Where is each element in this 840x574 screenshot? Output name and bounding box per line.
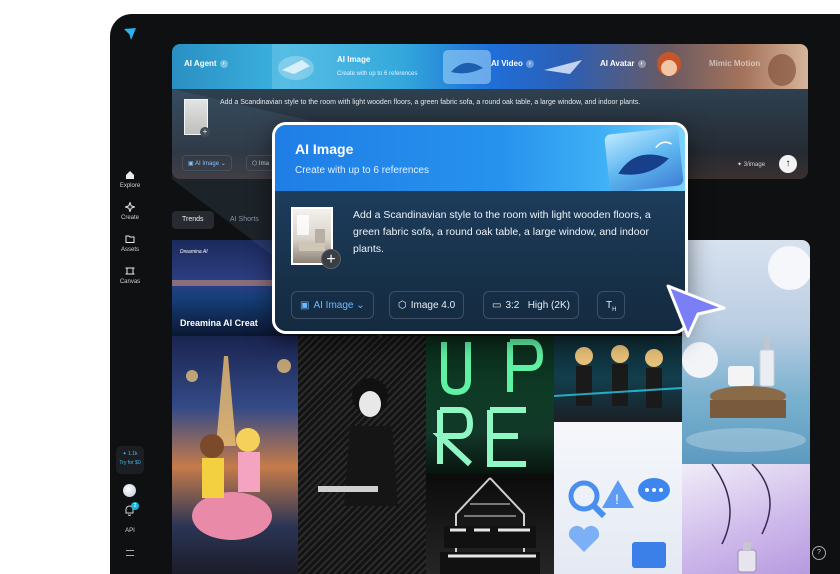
sidebar: Explore Create Assets Canvas ✦ 1.1k Try …: [110, 14, 150, 574]
try-free-label: Try for $0: [119, 460, 141, 466]
tab-label: AI Image: [337, 55, 371, 64]
text-style-button[interactable]: TH: [597, 291, 626, 319]
canvas-icon: [125, 267, 135, 275]
quality-label: High (2K): [527, 300, 570, 311]
chevron-right-icon: ›: [525, 60, 534, 68]
gallery-image-neon-letters[interactable]: [426, 336, 554, 474]
avatar-illustration-icon: [657, 52, 681, 76]
card-title: AI Image: [295, 141, 354, 157]
gallery-image-skincare[interactable]: [682, 240, 810, 464]
prompt-input[interactable]: Add a Scandinavian style to the room wit…: [353, 207, 673, 258]
whale-illustration-icon: [443, 50, 491, 84]
motion-illustration-icon: [768, 54, 796, 86]
chevron-down-icon: ⌄: [356, 300, 365, 311]
model-selector[interactable]: ⬡ Image 4.0: [389, 291, 465, 319]
tab-ai-image[interactable]: AI Image: [337, 55, 370, 64]
ai-image-zoom-card: AI Image Create with up to 6 references …: [272, 122, 688, 334]
tab-ai-agent[interactable]: AI Agent ›: [184, 59, 228, 68]
skincare-product-icon: [682, 246, 810, 452]
chevron-right-icon: ›: [637, 60, 646, 68]
mode-label: AI Image: [313, 300, 354, 311]
api-link[interactable]: API: [110, 528, 150, 534]
generate-button[interactable]: ↑: [779, 155, 797, 173]
gallery-image-3d-icons[interactable]: !: [554, 422, 682, 574]
tab-mimic-motion[interactable]: Mimic Motion: [709, 59, 760, 68]
sidebar-item-label: Create: [120, 215, 139, 221]
sparkle-icon: [125, 202, 135, 212]
folder-icon: [125, 235, 135, 243]
sidebar-item-explore[interactable]: Explore: [110, 170, 150, 189]
plane-illustration-icon: [544, 60, 582, 74]
gallery-image-perfume[interactable]: [682, 464, 810, 574]
card-body: + Add a Scandinavian style to the room w…: [275, 191, 685, 331]
bird-illustration-icon: [278, 56, 314, 80]
tab-ai-image-subtitle: Create with up to 6 references: [337, 71, 418, 77]
tab-ai-avatar[interactable]: AI Avatar ›: [600, 59, 646, 68]
sidebar-item-create[interactable]: Create: [110, 202, 150, 221]
gallery-image-noir-cafe[interactable]: [298, 336, 426, 574]
gallery-image-paris-scooter[interactable]: [172, 336, 298, 574]
aspect-ratio-icon: ▭: [492, 300, 502, 311]
avatar[interactable]: [123, 484, 136, 497]
dancers-illustration-icon: [554, 345, 682, 408]
tab-label: Mimic Motion: [709, 59, 761, 68]
sidebar-item-assets[interactable]: Assets: [110, 234, 150, 253]
gallery-image-great-gatsby[interactable]: [426, 474, 554, 574]
add-reference-icon[interactable]: +: [321, 249, 341, 269]
card-header: AI Image Create with up to 6 references: [275, 125, 685, 193]
whale-illustration-icon: [604, 127, 684, 193]
mode-banner: AI Agent › AI Image Create with up to 6 r…: [172, 44, 808, 89]
help-icon[interactable]: ?: [812, 546, 826, 560]
sidebar-item-canvas[interactable]: Canvas: [110, 266, 150, 285]
text-format-icon: TH: [606, 300, 617, 313]
glass-icons-icon: !: [568, 478, 670, 568]
notification-badge: 2: [131, 502, 139, 510]
card-subtitle: Create with up to 6 references: [295, 165, 429, 176]
cube-icon: ⬡: [398, 300, 407, 311]
image-icon: ▣: [300, 300, 310, 311]
menu-icon[interactable]: [126, 550, 134, 556]
svg-text:!: !: [615, 491, 619, 507]
art-deco-poster-icon: [440, 477, 540, 574]
perfume-bottle-icon: [711, 464, 771, 573]
ratio-quality-selector[interactable]: ▭ 3:2 High (2K): [483, 291, 579, 319]
upgrade-promo[interactable]: ✦ 1.1k Try for $0: [116, 446, 144, 474]
sidebar-item-label: Canvas: [119, 279, 141, 285]
eiffel-tower-icon: [186, 356, 291, 540]
arrow-up-icon: ↑: [785, 158, 791, 169]
tab-label: AI Avatar: [600, 59, 635, 68]
mode-selector[interactable]: ▣ AI Image ⌄: [291, 291, 374, 319]
pointer-cursor-icon: [666, 284, 726, 338]
chevron-right-icon: ›: [219, 60, 228, 68]
tab-ai-video[interactable]: AI Video ›: [491, 59, 534, 68]
tab-label: AI Video: [491, 59, 523, 68]
gallery-image-cyber-dancers[interactable]: [554, 336, 682, 422]
credit-count: ✦ 1.1k: [122, 451, 138, 457]
home-icon: [126, 171, 134, 179]
neon-text-icon: [432, 339, 544, 467]
credit-cost: ✦ 3/image: [737, 162, 766, 168]
model-label: Image 4.0: [410, 300, 456, 311]
woman-illustration-icon: [298, 336, 426, 574]
tab-label: AI Agent: [184, 59, 217, 68]
logo-icon[interactable]: [122, 26, 138, 42]
sidebar-item-label: Explore: [119, 183, 141, 189]
sidebar-item-label: Assets: [120, 247, 139, 253]
ratio-label: 3:2: [505, 300, 520, 311]
